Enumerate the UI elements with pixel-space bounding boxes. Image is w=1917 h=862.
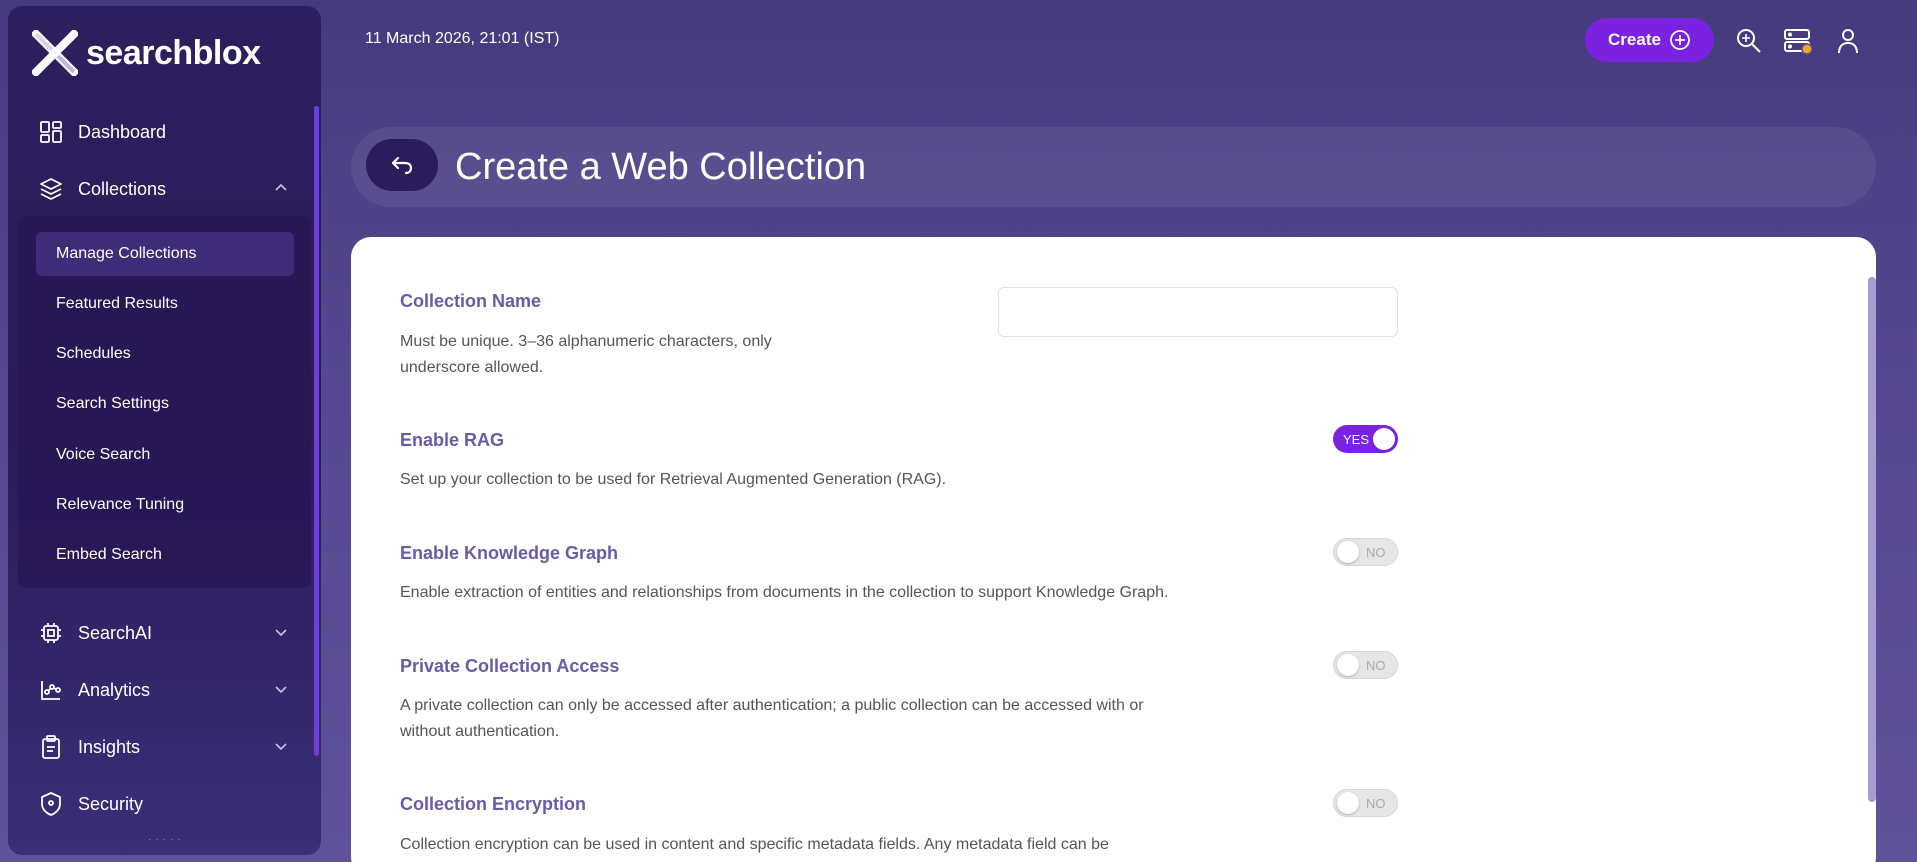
chevron-down-icon[interactable] [274, 682, 288, 696]
searchblox-logo-icon [32, 30, 78, 76]
knowledge-graph-label: Enable Knowledge Graph [400, 543, 619, 563]
layers-icon [38, 176, 64, 202]
sidebar-scrollbar[interactable] [314, 106, 319, 756]
sidebar: searchblox Dashboard Collections Manage … [8, 6, 321, 855]
submenu-label: Schedules [56, 345, 131, 362]
knowledge-graph-toggle[interactable]: NO [1333, 538, 1398, 566]
submenu-voice-search[interactable]: Voice Search [36, 433, 294, 477]
submenu-label: Relevance Tuning [56, 496, 185, 513]
toggle-state: YES [1343, 431, 1370, 447]
submenu-label: Voice Search [56, 446, 151, 463]
toggle-knob [1337, 792, 1359, 814]
search-icon[interactable] [1734, 26, 1764, 56]
sidebar-item-analytics[interactable]: Analytics [38, 670, 298, 710]
collection-name-input[interactable] [998, 287, 1398, 337]
submenu-label: Featured Results [56, 295, 178, 312]
create-button[interactable]: Create [1585, 18, 1714, 62]
sidebar-item-dashboard[interactable]: Dashboard [38, 112, 298, 152]
private-access-desc: A private collection can only be accesse… [400, 693, 1144, 745]
create-button-label: Create [1608, 30, 1661, 49]
toggle-knob [1337, 654, 1359, 676]
submenu-label: Manage Collections [56, 245, 197, 262]
user-profile-icon[interactable] [1833, 26, 1863, 56]
back-arrow-icon [391, 156, 413, 175]
desc-line: Must be unique. 3–36 alphanumeric charac… [400, 333, 772, 350]
chart-icon [38, 677, 64, 703]
chevron-down-icon[interactable] [274, 625, 288, 639]
encryption-desc: Collection encryption can be used in con… [400, 836, 1109, 853]
submenu-label: Embed Search [56, 546, 162, 563]
toggle-knob [1373, 428, 1395, 450]
server-status-icon[interactable] [1783, 26, 1813, 56]
submenu-embed-search[interactable]: Embed Search [36, 533, 294, 577]
desc-line: underscore allowed. [400, 359, 544, 376]
private-access-label: Private Collection Access [400, 656, 620, 676]
submenu-featured-results[interactable]: Featured Results [36, 282, 294, 326]
sidebar-item-label: Analytics [78, 679, 151, 700]
collection-name-desc: Must be unique. 3–36 alphanumeric charac… [400, 329, 772, 381]
submenu-label: Search Settings [56, 395, 169, 412]
sidebar-item-insights[interactable]: Insights [38, 727, 298, 767]
clipboard-icon [38, 734, 64, 760]
shield-icon [38, 791, 64, 817]
chevron-up-icon[interactable] [274, 181, 288, 195]
page-title: Create a Web Collection [455, 146, 867, 188]
sidebar-item-label: Insights [78, 736, 141, 757]
sidebar-item-label: Collections [78, 178, 167, 199]
dashboard-icon [38, 119, 64, 145]
toggle-state: NO [1366, 657, 1386, 673]
desc-line: A private collection can only be accesse… [400, 697, 1144, 714]
encryption-label: Collection Encryption [400, 794, 587, 814]
desc-line: without authentication. [400, 723, 560, 740]
enable-rag-label: Enable RAG [400, 430, 505, 450]
page-scrollbar[interactable] [1868, 277, 1876, 802]
sidebar-item-label: Security [78, 793, 144, 814]
sidebar-item-collections[interactable]: Collections [38, 169, 298, 209]
brand-name: searchblox [86, 33, 261, 72]
plus-circle-icon [1670, 30, 1690, 50]
enable-rag-desc: Set up your collection to be used for Re… [400, 471, 947, 488]
toggle-state: NO [1366, 544, 1386, 560]
sidebar-item-searchai[interactable]: SearchAI [38, 613, 298, 653]
submenu-manage-collections[interactable]: Manage Collections [36, 232, 294, 276]
knowledge-graph-desc: Enable extraction of entities and relati… [400, 584, 1169, 601]
submenu-schedules[interactable]: Schedules [36, 332, 294, 376]
encryption-toggle[interactable]: NO [1333, 789, 1398, 817]
collection-name-label: Collection Name [400, 291, 542, 311]
toggle-knob [1337, 541, 1359, 563]
collections-submenu: Manage Collections Featured Results Sche… [18, 216, 311, 588]
private-access-toggle[interactable]: NO [1333, 651, 1398, 679]
sidebar-item-label: SearchAI [78, 622, 153, 643]
chip-icon [38, 620, 64, 646]
submenu-relevance-tuning[interactable]: Relevance Tuning [36, 483, 294, 527]
brand-logo[interactable]: searchblox [32, 26, 261, 80]
back-button[interactable] [366, 139, 438, 191]
chevron-down-icon[interactable] [274, 739, 288, 753]
scroll-hint-dots: ····· [148, 834, 185, 845]
submenu-search-settings[interactable]: Search Settings [36, 382, 294, 426]
enable-rag-toggle[interactable]: YES [1333, 425, 1398, 453]
current-datetime: 11 March 2026, 21:01 (IST) [365, 30, 560, 47]
sidebar-item-label: Dashboard [78, 121, 167, 142]
toggle-state: NO [1366, 795, 1386, 811]
sidebar-item-security[interactable]: Security [38, 784, 298, 824]
